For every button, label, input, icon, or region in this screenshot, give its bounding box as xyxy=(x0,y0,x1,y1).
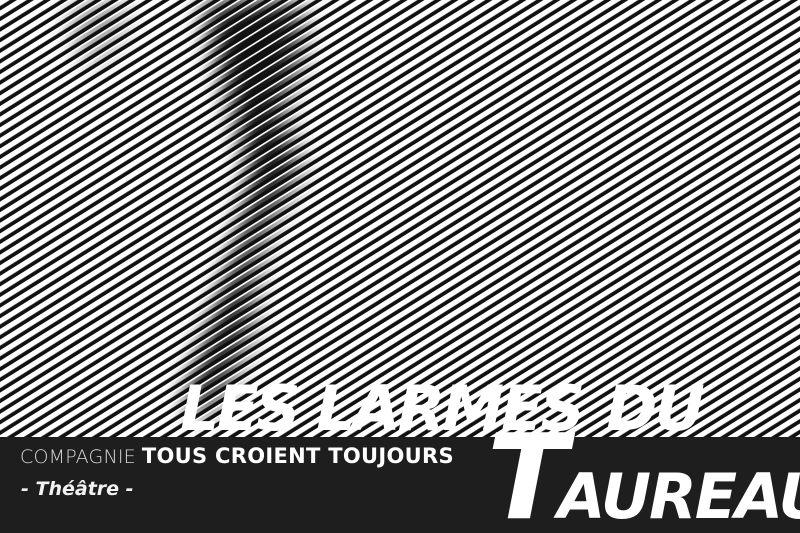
title-line-2: TAUREAU xyxy=(487,418,800,533)
genre-label: - Théâtre - xyxy=(21,478,134,500)
poster: COMPAGNIE TOUS CROIENT TOUJOURS - Théâtre… xyxy=(0,0,800,533)
company-credit: COMPAGNIE TOUS CROIENT TOUJOURS xyxy=(20,444,454,468)
company-prefix: COMPAGNIE xyxy=(20,446,136,468)
title-initial-letter: T xyxy=(487,408,567,533)
title-word-taureau-rest: AUREAU xyxy=(557,460,800,533)
company-name: TOUS CROIENT TOUJOURS xyxy=(141,444,454,468)
